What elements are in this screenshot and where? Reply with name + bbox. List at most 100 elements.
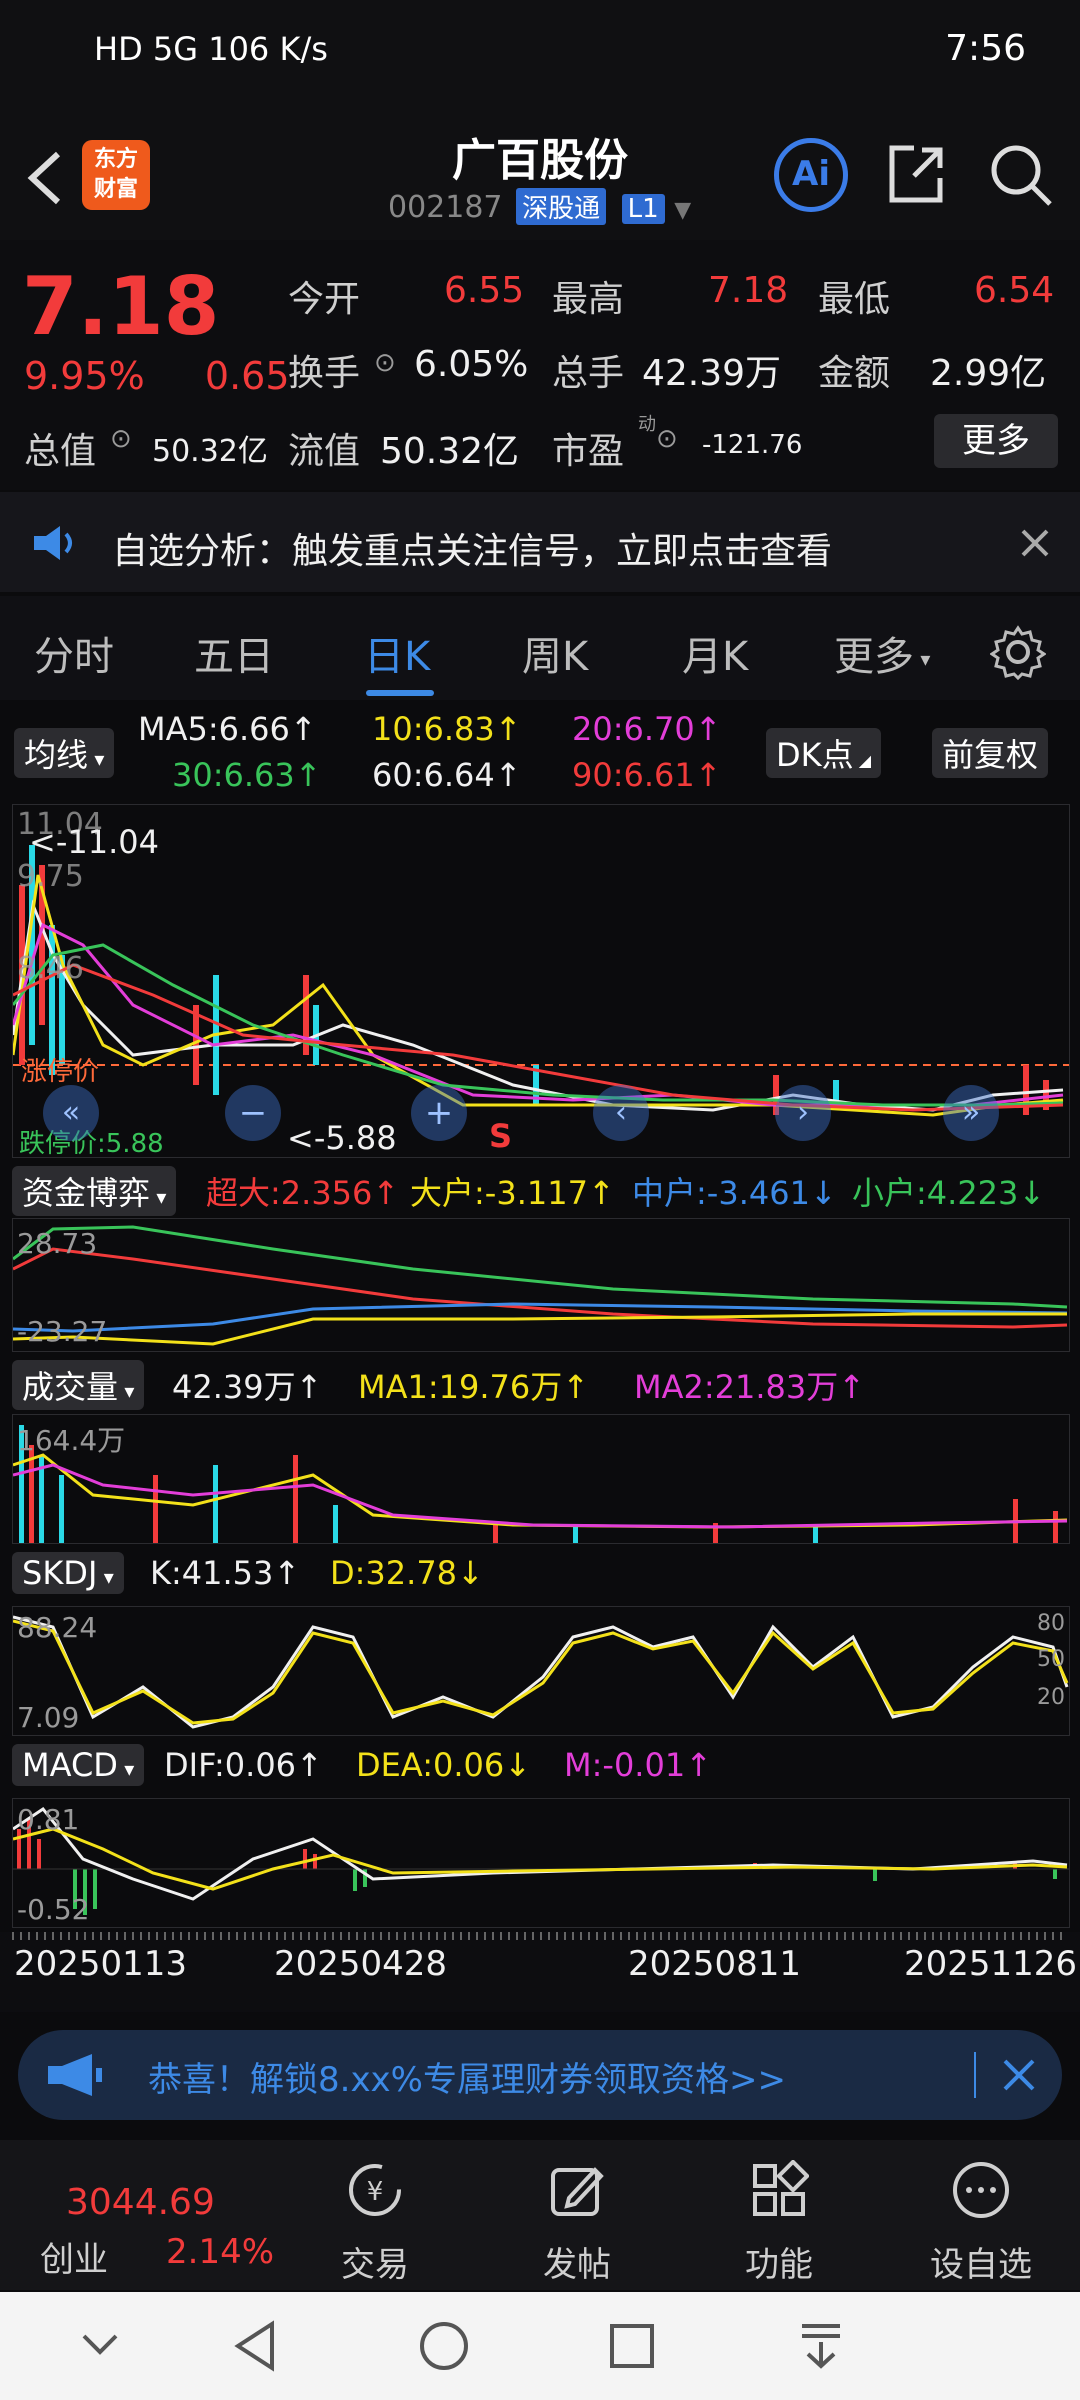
info-icon[interactable]: ⊙: [374, 348, 396, 378]
bottom-nav: 3044.69 创业 2.14% ¥ 交易 发帖 功能 设自选: [0, 2140, 1080, 2290]
ma5: MA5:6.66↑: [138, 710, 317, 748]
float-label: 流值: [288, 431, 361, 472]
info-icon[interactable]: ⊙: [110, 424, 132, 454]
macd-dif: DIF:0.06↑: [164, 1746, 323, 1784]
macd-top: 0.81: [17, 1803, 80, 1836]
adjust-button[interactable]: 前复权: [932, 728, 1049, 778]
ai-button[interactable]: Ai: [774, 138, 848, 212]
pe-label: 市盈: [552, 431, 625, 472]
low-value: 6.54: [974, 270, 1055, 311]
open-label: 今开: [288, 279, 361, 320]
index-ticker[interactable]: 3044.69 创业 2.14%: [0, 2140, 274, 2290]
period-tabs: 分时 五日 日K 周K 月K 更多 ▾: [0, 596, 1080, 700]
dk-point-button[interactable]: DK点 ◢: [766, 728, 882, 778]
promo-text: 恭喜！解锁8.xx%专属理财券领取资格>>: [148, 2060, 786, 2100]
high-value: 7.18: [708, 270, 789, 311]
close-icon[interactable]: [1020, 528, 1050, 558]
edit-icon: [551, 2167, 604, 2216]
skdj-20: 20: [1037, 1685, 1065, 1710]
tab-weekly-k[interactable]: 周K: [522, 624, 588, 682]
volume-label: 总手: [552, 353, 625, 394]
chevron-down-icon[interactable]: [80, 2332, 120, 2358]
promo-banner[interactable]: 恭喜！解锁8.xx%专属理财券领取资格>>: [18, 2030, 1062, 2120]
tab-intraday[interactable]: 分时: [34, 624, 114, 682]
connect-tag: 深股通: [516, 188, 607, 225]
macd-selector[interactable]: MACD ▾: [12, 1744, 145, 1786]
volume-chart[interactable]: 164.4万: [12, 1414, 1070, 1544]
date-2: 20250428: [274, 1944, 448, 1984]
promo-divider: [974, 2052, 976, 2098]
volume-svg: [13, 1425, 1068, 1543]
svg-text:¥: ¥: [367, 2177, 384, 2207]
nav-func-label: 功能: [745, 2245, 813, 2285]
kline-chart[interactable]: 11.04 <-11.04 9.75 8.46 涨停价 跌停价:5.88 <-5…: [12, 804, 1070, 1159]
quote-panel: 7.18 9.95% 0.65 今开 6.55 最高 7.18 最低 6.54 …: [0, 240, 1080, 490]
change-pct: 9.95%: [24, 354, 145, 398]
volume-selector[interactable]: 成交量 ▾: [12, 1360, 145, 1410]
megaphone-icon: [48, 2054, 102, 2096]
close-icon[interactable]: [1002, 2058, 1036, 2092]
ma-selector[interactable]: 均线 ▾: [14, 728, 115, 778]
download-icon[interactable]: [798, 2322, 844, 2370]
low-label: 最低: [818, 279, 891, 320]
turnover-value: 6.05%: [414, 344, 529, 385]
skdj-chart[interactable]: 88.24 7.09 80 50 20: [12, 1606, 1070, 1736]
sell-marker: S: [489, 1117, 513, 1155]
dropdown-icon[interactable]: ▼: [674, 198, 691, 223]
skdj-svg: [13, 1615, 1069, 1729]
macd-svg: [13, 1806, 1069, 1915]
macd-dea: DEA:0.06↓: [356, 1746, 532, 1784]
signal-banner[interactable]: 自选分析：触发重点关注信号，立即点击查看: [0, 492, 1080, 592]
ma60: 60:6.64↑: [372, 756, 522, 794]
skdj-chip-label: SKDJ: [22, 1554, 98, 1592]
nav-post[interactable]: 发帖: [502, 2160, 652, 2286]
status-bar: HD 5G 106 K/s 7:56: [0, 0, 1080, 110]
share-icon[interactable]: [884, 142, 948, 206]
back-triangle-icon[interactable]: [232, 2320, 278, 2372]
tab-more[interactable]: 更多 ▾: [834, 624, 930, 682]
tab-monthly-k[interactable]: 月K: [682, 624, 748, 682]
skdj-selector[interactable]: SKDJ ▾: [12, 1552, 124, 1594]
pe-value: -121.76: [702, 430, 803, 460]
scroll-back-icon[interactable]: ‹: [593, 1085, 649, 1141]
tab-daily-k[interactable]: 日K: [364, 624, 430, 682]
search-icon[interactable]: [988, 142, 1054, 208]
scroll-forward-icon[interactable]: ›: [775, 1085, 831, 1141]
skdj-k: K:41.53↑: [150, 1554, 301, 1592]
stock-code: 002187: [388, 190, 503, 225]
mktcap-value: 50.32亿: [152, 434, 268, 469]
pe-sup: 动: [638, 414, 656, 435]
fund-mid: 中户:-3.461↓: [632, 1174, 837, 1212]
home-circle-icon[interactable]: [418, 2320, 470, 2372]
scroll-end-icon[interactable]: »: [943, 1085, 999, 1141]
mktcap-label: 总值: [24, 431, 97, 472]
fund-chart[interactable]: 28.73 -23.27: [12, 1218, 1070, 1352]
nav-functions[interactable]: 功能: [704, 2159, 854, 2286]
scroll-left-icon[interactable]: «: [43, 1085, 99, 1141]
ma-legend: 均线 ▾ MA5:6.66↑ 10:6.83↑ 20:6.70↑ 30:6.63…: [0, 704, 1080, 800]
recents-square-icon[interactable]: [608, 2322, 656, 2370]
limit-up-label: 涨停价: [21, 1057, 100, 1087]
macd-chart[interactable]: 0.81 -0.52: [12, 1798, 1070, 1928]
zoom-out-icon[interactable]: −: [225, 1085, 281, 1141]
turnover-label: 换手: [288, 353, 361, 394]
tab-more-label: 更多: [834, 634, 914, 680]
volume-chip-label: 成交量: [22, 1368, 119, 1406]
more-dots-icon: [953, 2162, 1009, 2218]
info-icon[interactable]: ⊙: [656, 424, 678, 454]
skdj-legend: SKDJ ▾ K:41.53↑ D:32.78↓: [0, 1548, 1080, 1598]
ma30: 30:6.63↑: [172, 756, 322, 794]
tab-five-day[interactable]: 五日: [194, 624, 274, 682]
trade-icon: ¥: [349, 2164, 401, 2216]
banner-text: 自选分析：触发重点关注信号，立即点击查看: [112, 531, 833, 572]
skdj-bottom: 7.09: [17, 1701, 80, 1734]
settings-gear-icon[interactable]: [990, 624, 1046, 680]
skdj-top: 88.24: [17, 1611, 98, 1644]
more-button[interactable]: 更多: [934, 414, 1058, 468]
nav-trade[interactable]: ¥ 交易: [300, 2160, 450, 2286]
volume-ma1: MA1:19.76万↑: [358, 1368, 590, 1406]
fund-big: 大户:-3.117↑: [410, 1174, 615, 1212]
zoom-in-icon[interactable]: +: [411, 1085, 467, 1141]
nav-add-watchlist[interactable]: 设自选: [906, 2160, 1056, 2286]
fund-selector[interactable]: 资金博弈 ▾: [12, 1166, 177, 1216]
